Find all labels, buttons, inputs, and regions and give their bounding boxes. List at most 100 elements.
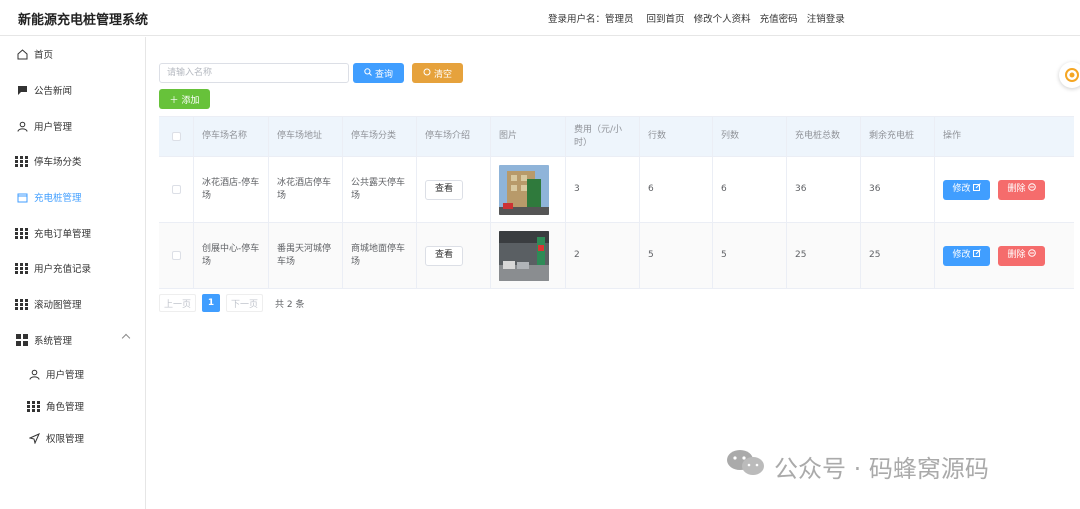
top-nav: 登录用户名：管理员 回到首页 修改个人资料 充值密码 注销登录 — [548, 11, 851, 25]
clear-label: 清空 — [433, 69, 452, 80]
row-checkbox[interactable] — [171, 251, 181, 260]
sidebar-item-label: 系统管理 — [34, 336, 73, 347]
edit-icon — [972, 249, 981, 262]
column-header: 停车场地址 — [269, 117, 343, 156]
delete-button[interactable]: 删除 — [998, 179, 1045, 200]
select-all-checkbox[interactable] — [171, 132, 181, 141]
total-value: 25 — [787, 223, 861, 288]
pagination: 上一页 1 下一页 共 2 条 — [159, 294, 304, 312]
grid-icon — [27, 400, 40, 412]
rows-value: 5 — [640, 223, 713, 288]
add-label: 添加 — [181, 95, 200, 106]
floating-helper-icon[interactable] — [1059, 62, 1080, 88]
recharge-link[interactable]: 充值密码 — [760, 14, 798, 25]
sidebar-item-label: 用户管理 — [34, 122, 73, 133]
grid-icon — [15, 298, 28, 310]
search-input[interactable] — [159, 63, 349, 83]
remove-circle-icon — [1027, 249, 1036, 262]
sidebar-item-label: 滚动图管理 — [34, 300, 82, 311]
sidebar-item-label: 权限管理 — [46, 434, 85, 445]
parking-name: 冰花酒店-停车场 — [194, 157, 269, 222]
delete-label: 删除 — [1007, 184, 1026, 194]
sidebar-item-label: 首页 — [34, 50, 54, 61]
sidebar-item-news[interactable]: 公告新闻 — [0, 75, 145, 105]
tablet-icon — [16, 191, 28, 203]
cols-value: 5 — [713, 223, 787, 288]
sidebar-item-label: 充电订单管理 — [34, 229, 92, 240]
grid-icon — [15, 262, 28, 274]
sidebar-item-carousel[interactable]: 滚动图管理 — [0, 289, 145, 319]
next-page-button[interactable]: 下一页 — [226, 294, 264, 312]
parking-photo — [499, 230, 549, 281]
view-intro-button[interactable]: 查看 — [425, 179, 463, 200]
edit-label: 修改 — [952, 250, 971, 260]
view-intro-button[interactable]: 查看 — [425, 245, 463, 266]
column-header: 操作 — [943, 131, 962, 141]
sidebar-item-parking-category[interactable]: 停车场分类 — [0, 146, 145, 176]
cols-value: 6 — [713, 157, 787, 222]
add-button[interactable]: ＋ 添加 — [159, 89, 210, 109]
grid-icon — [15, 227, 28, 239]
watermark-text: 公众号 · 码蜂窝源码 — [774, 454, 989, 483]
user-icon — [28, 368, 40, 380]
clear-button[interactable]: 清空 — [412, 63, 463, 83]
query-button[interactable]: 查询 — [353, 63, 404, 83]
total-count: 共 2 条 — [275, 299, 305, 310]
edit-label: 修改 — [952, 184, 971, 194]
sidebar-subitem-roles[interactable]: 角色管理 — [0, 391, 145, 421]
sidebar-item-system[interactable]: 系统管理 — [0, 325, 145, 355]
search-icon — [364, 67, 372, 79]
parking-name: 创展中心-停车场 — [194, 223, 269, 288]
home-icon — [16, 48, 28, 60]
sidebar-item-charger-management[interactable]: 充电桩管理 — [0, 182, 145, 212]
prev-page-button[interactable]: 上一页 — [159, 294, 197, 312]
sidebar-item-charge-orders[interactable]: 充电订单管理 — [0, 218, 145, 248]
column-header: 停车场分类 — [343, 117, 417, 156]
sidebar-item-recharge-records[interactable]: 用户充值记录 — [0, 253, 145, 283]
logout-link[interactable]: 注销登录 — [807, 14, 845, 25]
main-content: 查询 清空 ＋ 添加 停车场名称 停车场地址 停车场分类 停车场介绍 图片 费用… — [146, 37, 1080, 509]
watermark: 公众号 · 码蜂窝源码 — [726, 448, 989, 484]
wechat-icon — [726, 448, 766, 484]
apps-icon — [16, 334, 28, 346]
fee-value: 3 — [566, 157, 640, 222]
column-header: 列数 — [713, 117, 787, 156]
sidebar-item-label: 充电桩管理 — [34, 193, 82, 204]
remove-circle-icon — [1027, 183, 1036, 196]
parking-address: 冰花酒店停车场 — [269, 157, 343, 222]
table-row: 冰花酒店-停车场 冰花酒店停车场 公共露天停车场 查看 3 6 6 36 36 — [159, 157, 1074, 223]
edit-icon — [972, 183, 981, 196]
sidebar-item-users[interactable]: 用户管理 — [0, 111, 145, 141]
sidebar-subitem-permissions[interactable]: 权限管理 — [0, 423, 145, 453]
rows-value: 6 — [640, 157, 713, 222]
column-header: 充电桩总数 — [787, 117, 861, 156]
column-header: 行数 — [640, 117, 713, 156]
top-bar: 新能源充电桩管理系统 登录用户名：管理员 回到首页 修改个人资料 充值密码 注销… — [0, 0, 1080, 36]
parking-photo — [499, 164, 549, 215]
sidebar-item-home[interactable]: 首页 — [0, 39, 145, 69]
column-header: 图片 — [491, 117, 566, 156]
message-icon — [16, 84, 28, 96]
sidebar-item-label: 用户管理 — [46, 370, 85, 381]
page-number-button[interactable]: 1 — [202, 294, 221, 312]
column-header: 剩余充电桩 — [861, 117, 935, 156]
edit-button[interactable]: 修改 — [943, 179, 990, 200]
edit-button[interactable]: 修改 — [943, 245, 990, 266]
sidebar-item-label: 公告新闻 — [34, 86, 73, 97]
send-icon — [28, 432, 40, 444]
parking-category: 商城地面停车场 — [343, 223, 417, 288]
row-checkbox[interactable] — [171, 185, 181, 194]
sidebar-item-label: 用户充值记录 — [34, 264, 92, 275]
sidebar-item-label: 角色管理 — [46, 402, 85, 413]
home-link[interactable]: 回到首页 — [647, 14, 685, 25]
sidebar-item-label: 停车场分类 — [34, 157, 82, 168]
fee-value: 2 — [566, 223, 640, 288]
column-header: 停车场名称 — [194, 117, 269, 156]
edit-profile-link[interactable]: 修改个人资料 — [694, 14, 751, 25]
table-header: 停车场名称 停车场地址 停车场分类 停车场介绍 图片 费用（元/小时） 行数 列… — [159, 117, 1074, 157]
sidebar-subitem-users[interactable]: 用户管理 — [0, 359, 145, 389]
column-header: 停车场介绍 — [417, 117, 491, 156]
delete-label: 删除 — [1007, 250, 1026, 260]
query-label: 查询 — [374, 69, 393, 80]
delete-button[interactable]: 删除 — [998, 245, 1045, 266]
